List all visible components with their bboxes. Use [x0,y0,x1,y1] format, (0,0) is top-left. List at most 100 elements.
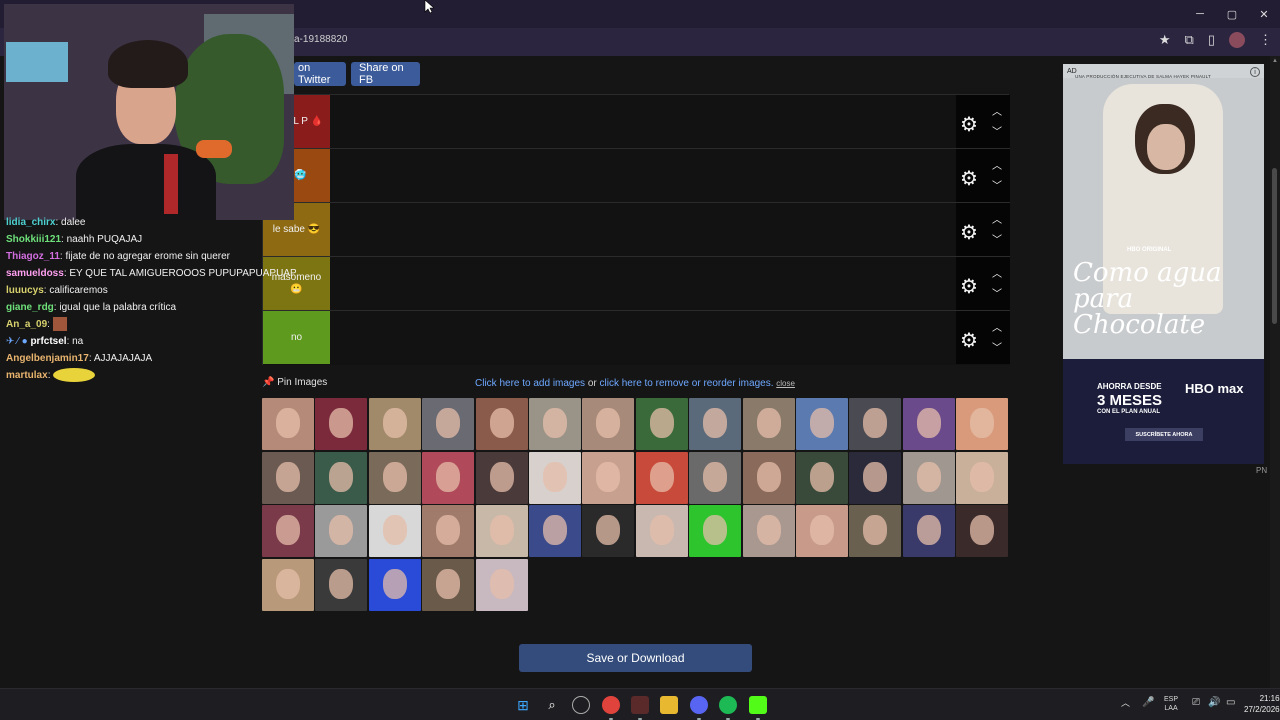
spotify-icon[interactable] [719,696,737,714]
image-thumbnail[interactable] [689,451,742,504]
share-twitter-button[interactable]: on Twitter [294,62,346,86]
image-thumbnail[interactable] [902,451,955,504]
image-thumbnail[interactable] [529,451,581,504]
image-thumbnail[interactable] [582,398,635,450]
image-thumbnail[interactable] [422,558,475,611]
gear-icon[interactable]: ⚙ [960,328,978,353]
image-thumbnail[interactable] [475,451,528,504]
image-thumbnail[interactable] [956,451,1009,504]
maximize-button[interactable]: ▢ [1216,0,1248,28]
gear-icon[interactable]: ⚙ [960,274,978,299]
image-thumbnail[interactable] [368,451,421,504]
image-thumbnail[interactable] [368,505,421,557]
image-thumbnail[interactable] [689,398,742,450]
media-app-icon[interactable] [631,696,649,714]
image-thumbnail[interactable] [315,558,368,611]
add-images-link[interactable]: Click here to add images [475,378,585,389]
image-thumbnail[interactable] [635,505,688,557]
image-thumbnail[interactable] [849,398,902,450]
image-thumbnail[interactable] [315,505,368,557]
image-thumbnail[interactable] [796,398,848,450]
image-thumbnail[interactable] [262,505,314,557]
gear-icon[interactable]: ⚙ [960,166,978,191]
info-icon[interactable]: i [1250,67,1260,77]
image-thumbnail[interactable] [582,451,635,504]
gear-icon[interactable]: ⚙ [960,220,978,245]
folder-icon[interactable] [660,696,678,714]
battery-icon[interactable]: ▭ [1226,698,1235,708]
profile-avatar[interactable] [1229,32,1245,48]
reorder-images-link[interactable]: click here to remove or reorder images. [600,378,774,389]
network-icon[interactable]: ⎚ [1192,698,1200,708]
image-thumbnail[interactable] [422,505,475,557]
menu-dots-icon[interactable]: ⋮ [1259,32,1272,48]
image-thumbnail[interactable] [262,398,314,450]
tier-row[interactable]: S DEL P 🩸 ⚙ ︿ ﹀ [263,95,1010,149]
microphone-icon[interactable]: 🎤 [1142,698,1154,708]
close-link[interactable]: close [776,379,795,388]
image-thumbnail[interactable] [422,451,475,504]
image-thumbnail[interactable] [582,505,635,557]
advertisement[interactable]: AD UNA PRODUCCIÓN EJECUTIVA DE SALMA HAY… [1063,64,1264,464]
image-thumbnail[interactable] [796,505,848,557]
minimize-button[interactable]: ─ [1184,0,1216,28]
image-thumbnail[interactable] [689,505,742,557]
extensions-icon[interactable]: ⧉ [1185,32,1194,48]
image-thumbnail[interactable] [902,398,955,450]
language-indicator[interactable]: ESP LAA [1164,695,1178,713]
image-thumbnail[interactable] [315,451,368,504]
scrollbar-track[interactable] [1270,56,1280,688]
share-fb-button[interactable]: Share on FB [351,62,420,86]
image-thumbnail[interactable] [368,398,421,450]
image-thumbnail[interactable] [315,398,368,450]
image-thumbnail[interactable] [956,505,1009,557]
image-thumbnail[interactable] [849,451,902,504]
scroll-up-icon[interactable]: ▲ [1272,58,1278,64]
image-thumbnail[interactable] [742,451,795,504]
image-thumbnail[interactable] [796,451,848,504]
image-thumbnail[interactable] [635,451,688,504]
chevron-up-icon[interactable]: ︿ [992,103,1002,118]
clock[interactable]: 21:16 27/2/2026 [1244,693,1280,715]
image-thumbnail[interactable] [475,505,528,557]
tier-row[interactable]: g 🥶 ⚙ ︿ ﹀ [263,149,1010,203]
image-thumbnail[interactable] [902,505,955,557]
sidebar-icon[interactable]: ▯ [1208,32,1215,48]
gear-icon[interactable]: ⚙ [960,112,978,137]
ad-subscribe-button[interactable]: SUSCRÍBETE AHORA [1125,428,1203,441]
chevron-up-icon[interactable]: ︿ [992,265,1002,280]
image-thumbnail[interactable] [529,398,581,450]
image-thumbnail[interactable] [849,505,902,557]
image-thumbnail[interactable] [475,558,528,611]
chevron-down-icon[interactable]: ﹀ [992,123,1002,138]
image-thumbnail[interactable] [262,558,314,611]
chevron-up-icon[interactable]: ︿ [1121,699,1130,708]
image-thumbnail[interactable] [635,398,688,450]
discord-icon[interactable] [690,696,708,714]
tier-row[interactable]: no ⚙ ︿ ﹀ [263,311,1010,365]
chevron-up-icon[interactable]: ︿ [992,319,1002,334]
close-button[interactable]: ✕ [1248,0,1280,28]
kick-icon[interactable] [749,696,767,714]
chevron-down-icon[interactable]: ﹀ [992,177,1002,192]
chevron-down-icon[interactable]: ﹀ [992,339,1002,354]
image-thumbnail[interactable] [742,505,795,557]
tier-row[interactable]: le sabe 😎 ⚙ ︿ ﹀ [263,203,1010,257]
image-thumbnail[interactable] [368,558,421,611]
image-thumbnail[interactable] [475,398,528,450]
activity-icon[interactable] [572,696,590,714]
save-download-button[interactable]: Save or Download [519,644,752,672]
url-field[interactable]: a-19188820 [294,34,347,45]
chevron-up-icon[interactable]: ︿ [992,211,1002,226]
chevron-down-icon[interactable]: ﹀ [992,231,1002,246]
image-thumbnail[interactable] [742,398,795,450]
search-icon[interactable]: ⌕ [543,696,561,714]
windows-start-icon[interactable]: ⊞ [514,696,532,714]
image-thumbnail[interactable] [956,398,1009,450]
chrome-icon[interactable] [602,696,620,714]
image-thumbnail[interactable] [529,505,581,557]
image-thumbnail[interactable] [262,451,314,504]
chevron-up-icon[interactable]: ︿ [992,157,1002,172]
volume-icon[interactable]: 🔊 [1208,698,1220,708]
chevron-down-icon[interactable]: ﹀ [992,285,1002,300]
